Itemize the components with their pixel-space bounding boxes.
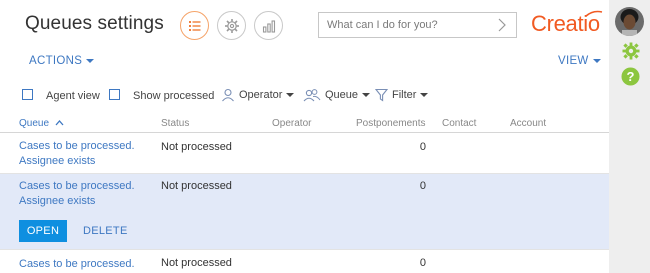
help-icon[interactable]: ? [621, 67, 640, 86]
actions-label: ACTIONS [29, 55, 83, 67]
queue-link[interactable]: Cases to be processed. [19, 257, 135, 272]
gear-icon [224, 18, 239, 33]
delete-button[interactable]: DELETE [83, 225, 128, 237]
column-header-label: Queue [19, 118, 50, 129]
list-icon [188, 20, 200, 31]
agent-view-checkbox[interactable] [22, 89, 33, 100]
postponements-cell: 0 [419, 180, 426, 192]
table-row[interactable]: Cases to be processed. Assignee exists N… [0, 133, 609, 173]
status-cell: Not processed [161, 257, 232, 269]
caret-down-icon [86, 59, 95, 63]
agent-view-label: Agent view [46, 90, 100, 102]
open-button[interactable]: OPEN [19, 220, 67, 242]
queue-label: Queue [325, 89, 359, 101]
actions-button[interactable]: ACTIONS [29, 55, 95, 67]
users-icon [303, 89, 321, 102]
table-row[interactable]: Cases to be processed. Not processed 0 [0, 250, 609, 273]
view-label: VIEW [558, 55, 589, 67]
filter-icon [375, 88, 388, 102]
column-header-postponements[interactable]: Postponements [356, 118, 426, 129]
user-avatar[interactable] [615, 7, 644, 36]
postponements-cell: 0 [419, 257, 426, 269]
chevron-right-icon[interactable] [498, 18, 506, 32]
status-cell: Not processed [161, 141, 232, 153]
sort-ascending-icon [55, 120, 64, 126]
user-icon [222, 88, 234, 102]
caret-down-icon [362, 93, 371, 97]
column-header-status[interactable]: Status [161, 118, 189, 129]
column-header-account[interactable]: Account [510, 118, 546, 129]
queue-link-line2[interactable]: Assignee exists [19, 194, 95, 209]
show-processed-checkbox[interactable] [109, 89, 120, 100]
gear-icon[interactable] [622, 42, 640, 60]
search-input[interactable] [327, 17, 487, 33]
show-processed-label: Show processed [133, 90, 215, 102]
column-header-queue[interactable]: Queue [19, 118, 64, 129]
view-button[interactable]: VIEW [558, 55, 601, 67]
bar-chart-icon [262, 19, 275, 33]
column-header-contact[interactable]: Contact [442, 118, 476, 129]
list-view-button[interactable] [180, 11, 209, 40]
filter-label: Filter [392, 89, 417, 101]
queue-link[interactable]: Cases to be processed. [19, 139, 135, 154]
queue-filter[interactable]: Queue [303, 88, 371, 102]
svg-text:?: ? [627, 69, 635, 84]
logo-swoosh-icon [585, 10, 603, 17]
operator-label: Operator [239, 89, 283, 101]
filter-dropdown[interactable]: Filter [375, 88, 429, 102]
caret-down-icon [286, 93, 295, 97]
queue-link-line2[interactable]: Assignee exists [19, 154, 95, 169]
status-cell: Not processed [161, 180, 232, 192]
table-row-selected[interactable]: Cases to be processed. Assignee exists N… [0, 174, 609, 249]
postponements-cell: 0 [419, 141, 426, 153]
operator-filter[interactable]: Operator [221, 88, 295, 102]
right-sidebar: ? [609, 0, 650, 273]
main-panel: Queues settings What can I do for you? C… [0, 0, 609, 273]
column-header-operator[interactable]: Operator [272, 118, 311, 129]
command-search[interactable] [318, 12, 517, 38]
queue-link[interactable]: Cases to be processed. [19, 179, 135, 194]
analytics-view-button[interactable] [254, 11, 283, 40]
caret-down-icon [592, 59, 601, 63]
page-title: Queues settings [25, 13, 164, 34]
caret-down-icon [420, 93, 429, 97]
settings-view-button[interactable] [217, 11, 246, 40]
